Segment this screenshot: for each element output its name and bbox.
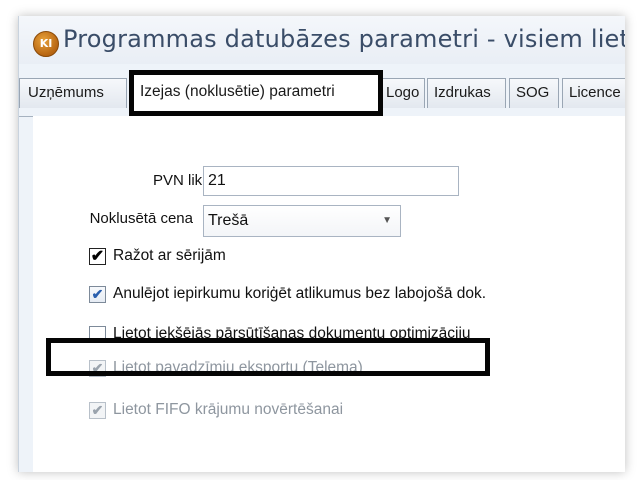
app-logo-icon: KI [33,31,59,57]
checkbox-label-waybill-export: Lietot pavadzīmju eksportu (Telema) [113,359,363,376]
checkbox-label-transfer-optimization: Lietot iekšējās pārsūtīšanas dokumentu o… [113,325,471,342]
default-price-select[interactable]: Trešā ▼ [203,205,401,237]
checkbox-label-adjust-balances: Anulējot iepirkumu koriģēt atlikumus bez… [113,285,487,302]
tab-logo[interactable]: Logo [379,78,425,108]
tab-content-panel: PVN likme 21 Noklusētā cena Trešā ▼ ✔ Ra… [33,116,625,472]
window-title: Programmas datubāzes parametri - visiem … [63,25,625,53]
tab-strip: Uzņēmums Izejas (noklusētie) parametri L… [19,70,625,117]
checkbox-transfer-optimization[interactable] [89,326,106,343]
tab-sog[interactable]: SOG [509,78,559,108]
tab-default-parameters[interactable]: Izejas (noklusētie) parametri [129,70,383,116]
tab-licence[interactable]: Licence [562,78,625,108]
title-bar: KI Programmas datubāzes parametri - visi… [19,16,625,64]
tab-printouts[interactable]: Izdrukas [427,78,506,108]
checkbox-adjust-balances[interactable]: ✔ [89,286,106,303]
tab-company[interactable]: Uzņēmums [19,78,127,108]
checkbox-waybill-export: ✔ [89,360,106,377]
settings-window: KI Programmas datubāzes parametri - visi… [18,16,625,472]
default-price-value: Trešā [208,212,249,229]
checkbox-fifo-valuation: ✔ [89,402,106,419]
checkbox-label-fifo-valuation: Lietot FIFO krājumu novērtēšanai [113,401,344,418]
checkbox-label-serial-production: Ražot ar sērijām [113,247,226,264]
chevron-down-icon[interactable]: ▼ [382,206,392,236]
default-price-label: Noklusētā cena [89,210,193,227]
checkbox-serial-production[interactable]: ✔ [89,248,106,265]
vat-rate-input[interactable]: 21 [203,166,459,196]
